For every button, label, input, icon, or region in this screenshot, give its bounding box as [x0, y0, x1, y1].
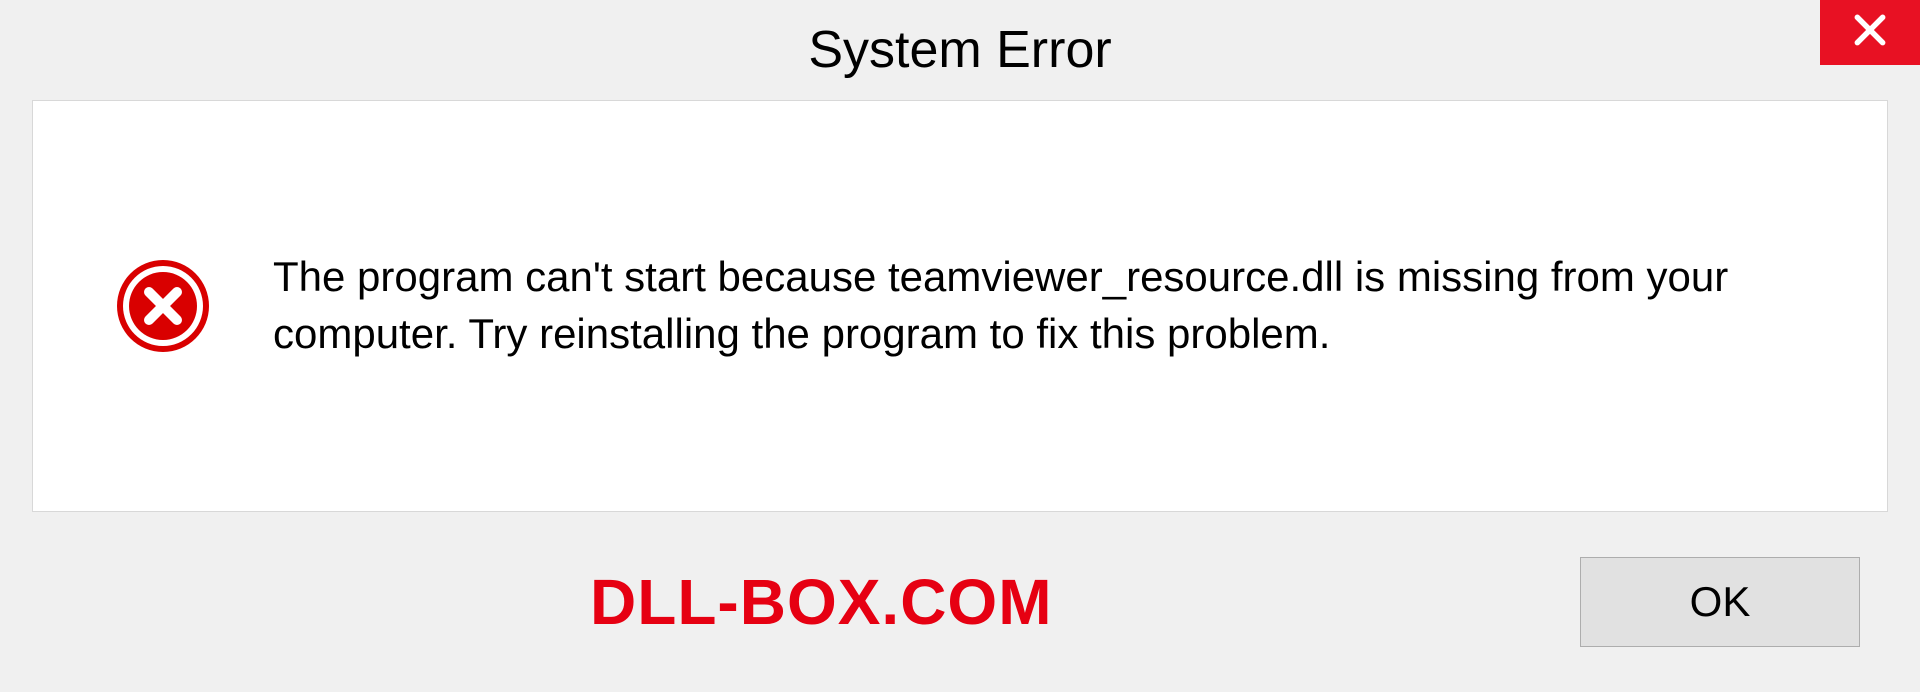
error-dialog: System Error The program can't start bec… — [0, 0, 1920, 692]
dialog-title: System Error — [808, 20, 1111, 80]
titlebar: System Error — [0, 0, 1920, 100]
close-icon — [1851, 11, 1889, 54]
close-button[interactable] — [1820, 0, 1920, 65]
error-message: The program can't start because teamview… — [273, 249, 1827, 362]
content-panel: The program can't start because teamview… — [32, 100, 1888, 512]
error-icon — [113, 256, 213, 356]
ok-button[interactable]: OK — [1580, 557, 1860, 647]
dialog-footer: DLL-BOX.COM OK — [0, 512, 1920, 692]
brand-watermark: DLL-BOX.COM — [590, 565, 1053, 639]
ok-button-label: OK — [1690, 578, 1751, 626]
